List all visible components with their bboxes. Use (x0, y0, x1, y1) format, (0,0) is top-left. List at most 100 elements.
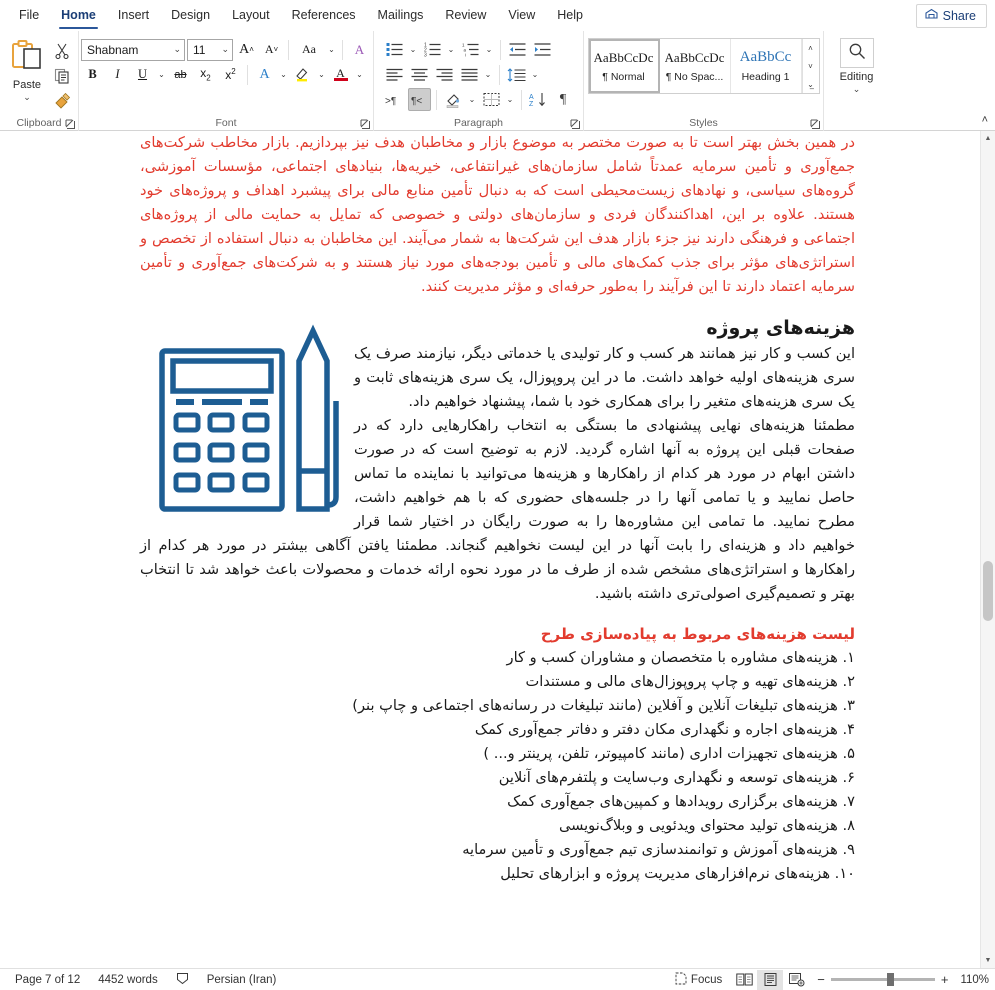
editing-group-label (828, 115, 885, 131)
chevron-down-icon[interactable]: ⌄ (326, 45, 337, 54)
scroll-down-arrow-icon[interactable]: ▼ (981, 953, 995, 968)
view-print-layout-button[interactable] (757, 969, 784, 990)
tab-insert[interactable]: Insert (107, 0, 160, 31)
tab-mailings[interactable]: Mailings (367, 0, 435, 31)
zoom-thumb[interactable] (886, 973, 894, 986)
multilevel-list-button[interactable]: 1ai (459, 38, 482, 61)
tab-layout[interactable]: Layout (221, 0, 281, 31)
align-right-button[interactable] (433, 63, 456, 86)
view-web-layout-button[interactable] (783, 970, 809, 990)
subscript-button[interactable]: x2 (194, 63, 217, 86)
paragraph-dialog-launcher[interactable] (570, 119, 581, 130)
chevron-down-icon[interactable]: ⌄ (530, 70, 541, 79)
tab-references[interactable]: References (281, 0, 367, 31)
format-painter-button[interactable] (51, 90, 73, 112)
editing-button[interactable]: Editing ⌄ (839, 34, 874, 94)
chevron-down-icon[interactable]: ⌄ (467, 95, 478, 104)
tab-design[interactable]: Design (160, 0, 221, 31)
align-center-button[interactable] (408, 63, 431, 86)
ltr-direction-button[interactable]: >¶ (383, 88, 406, 111)
divider (498, 64, 500, 85)
chevron-down-icon[interactable]: ⌄ (354, 70, 365, 79)
paste-button[interactable]: Paste ⌄ (5, 36, 49, 112)
chevron-down-icon[interactable]: ⌄ (505, 95, 516, 104)
zoom-track[interactable] (830, 973, 935, 986)
chevron-down-icon[interactable]: ⌄ (484, 45, 495, 54)
style-no-spacing[interactable]: AaBbCcDc ¶ No Spac... (660, 39, 731, 93)
style-heading-1[interactable]: AaBbCc Heading 1 (731, 39, 802, 93)
tab-help[interactable]: Help (546, 0, 594, 31)
copy-button[interactable] (51, 65, 73, 87)
language-indicator[interactable]: Persian (Iran) (198, 974, 286, 986)
shading-button[interactable] (442, 88, 465, 111)
tab-home[interactable]: Home (50, 0, 107, 31)
tab-file[interactable]: File (8, 0, 50, 31)
font-dialog-launcher[interactable] (360, 119, 371, 130)
tab-view[interactable]: View (497, 0, 546, 31)
rtl-direction-button[interactable]: ¶< (407, 88, 431, 111)
page-indicator[interactable]: Page 7 of 12 (6, 974, 89, 986)
tab-review[interactable]: Review (434, 0, 497, 31)
vertical-scrollbar[interactable]: ▲ ▼ (980, 131, 995, 968)
chevron-down-icon[interactable]: ⌄ (446, 45, 457, 54)
view-read-mode-button[interactable] (731, 970, 757, 990)
justify-button[interactable] (458, 63, 481, 86)
scrollbar-thumb[interactable] (983, 561, 993, 621)
clear-formatting-button[interactable]: A (348, 38, 371, 61)
focus-mode-button[interactable]: Focus (666, 972, 731, 988)
share-icon (925, 8, 938, 23)
chevron-down-icon[interactable]: ⌄ (853, 85, 861, 94)
underline-label: U (137, 67, 148, 81)
word-count[interactable]: 4452 words (89, 974, 166, 986)
chevron-down-icon[interactable]: ⌄ (483, 70, 494, 79)
chevron-down-icon[interactable]: ⌄ (156, 70, 167, 79)
document-page[interactable]: در همین بخش بهتر است تا به صورت مختصر به… (0, 131, 995, 968)
change-case-button[interactable]: Aa (294, 38, 324, 61)
styles-dialog-launcher[interactable] (810, 119, 821, 130)
superscript-button[interactable]: x2 (219, 63, 242, 86)
chevron-down-icon[interactable]: ⌄ (23, 93, 31, 102)
decrease-indent-button[interactable] (506, 38, 529, 61)
style-normal[interactable]: AaBbCcDc ¶ Normal (588, 39, 660, 93)
chevron-down-icon[interactable]: ⌄ (408, 45, 419, 54)
styles-scroll-down-button[interactable]: ˅ (803, 57, 819, 75)
bullets-button[interactable] (383, 38, 406, 61)
align-left-button[interactable] (383, 63, 406, 86)
font-color-label: A (336, 65, 345, 80)
cut-button[interactable] (51, 40, 73, 62)
font-color-button[interactable]: A (329, 63, 352, 86)
share-button[interactable]: Share (915, 4, 987, 28)
styles-scroll-up-button[interactable]: ˄ (803, 39, 819, 57)
zoom-slider[interactable]: − + (809, 972, 956, 987)
style-label: Heading 1 (741, 71, 790, 83)
clipboard-dialog-launcher[interactable] (65, 119, 76, 130)
split-window-handle[interactable] (981, 131, 995, 146)
editing-body: Editing ⌄ (839, 34, 874, 115)
zoom-in-button[interactable]: + (941, 972, 949, 987)
font-name-combo[interactable]: Shabnam ⌄ (81, 38, 185, 61)
underline-button[interactable]: U (131, 63, 154, 86)
strikethrough-button[interactable]: ab (169, 63, 192, 86)
show-formatting-marks-button[interactable]: ¶ (552, 88, 575, 111)
sort-button[interactable]: AZ (527, 88, 550, 111)
styles-more-button[interactable]: ⌄̲ (803, 75, 819, 93)
document-area: در همین بخش بهتر است تا به صورت مختصر به… (0, 131, 995, 968)
shrink-font-button[interactable]: A ˅ (260, 38, 283, 61)
italic-button[interactable]: I (106, 63, 129, 86)
proofing-status[interactable] (167, 972, 198, 988)
highlight-color-button[interactable] (291, 63, 314, 86)
zoom-out-button[interactable]: − (817, 972, 825, 987)
chevron-down-icon[interactable]: ⌄ (278, 70, 289, 79)
grow-font-button[interactable]: A ˄ (235, 38, 258, 61)
numbering-button[interactable]: 123 (421, 38, 444, 61)
collapse-ribbon-button[interactable]: ˄ (982, 114, 988, 126)
zoom-level[interactable]: 110% (956, 974, 989, 986)
line-spacing-button[interactable] (505, 63, 528, 86)
increase-indent-button[interactable] (531, 38, 554, 61)
font-size-combo[interactable]: 11 ⌄ (187, 38, 233, 61)
text-effects-button[interactable]: A (253, 63, 276, 86)
borders-button[interactable] (480, 88, 503, 111)
chevron-down-icon[interactable]: ⌄ (316, 70, 327, 79)
bold-button[interactable]: B (81, 63, 104, 86)
